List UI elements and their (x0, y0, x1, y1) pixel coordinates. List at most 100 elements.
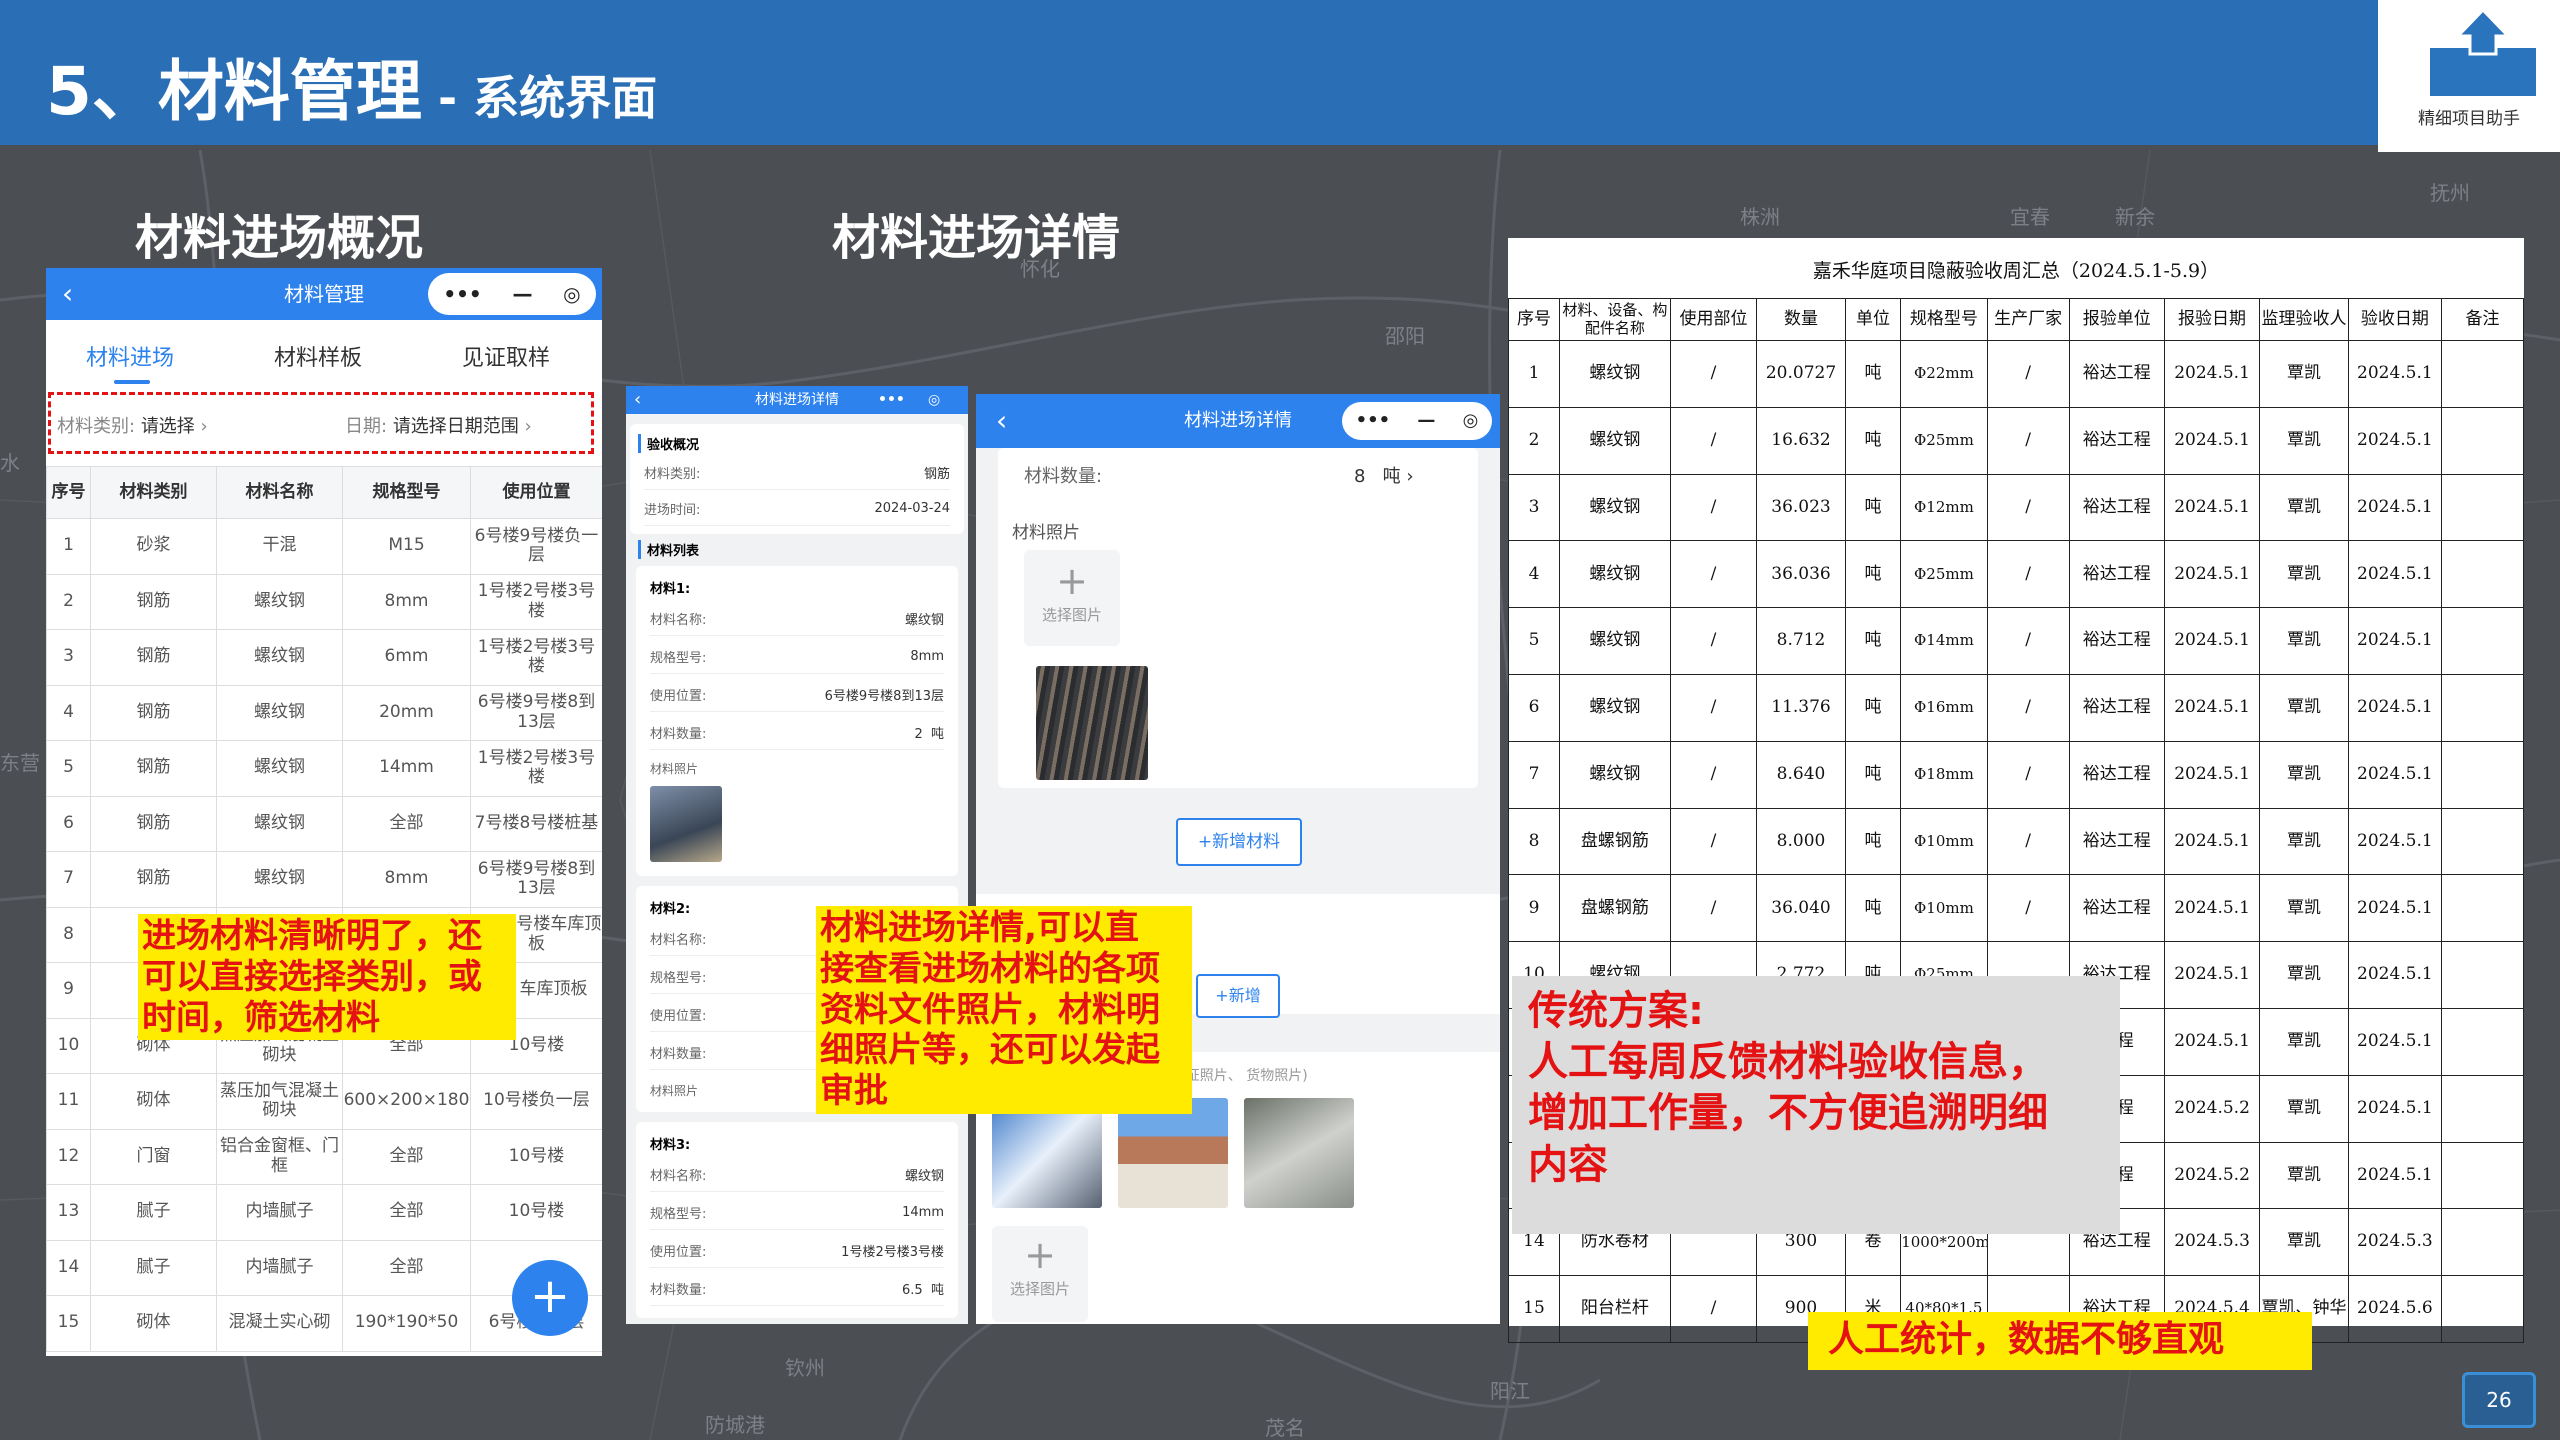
table-cell: 螺纹钢 (216, 629, 343, 686)
table-row[interactable]: 2 钢筋 螺纹钢 8mm 1号楼2号楼3号楼 (46, 573, 602, 630)
sheet-cell (2440, 673, 2525, 742)
table-cell: 螺纹钢 (216, 795, 343, 852)
back-arrow-icon[interactable]: ‹ (634, 386, 641, 414)
back-arrow-icon[interactable]: ‹ (996, 394, 1007, 448)
sheet-row: 6 螺纹钢/11.376 吨 Φ16mm / 裕达工程 2024.5.1 覃凯 2024.5.1 (1508, 673, 2525, 742)
pick-photo-button-2[interactable]: + 选择图片 (992, 1226, 1088, 1322)
sheet-cell: 7 (1508, 740, 1560, 809)
tab-witness-sampling[interactable]: 见证取样 (462, 340, 550, 372)
sheet-cell: 覃凯 (2259, 1141, 2349, 1210)
sheet-cell: 覃凯 (2259, 941, 2349, 1009)
sheet-cell: / (1669, 807, 1758, 876)
sheet-cell: Φ25mm (1900, 540, 1988, 609)
traditional-approach-note: 传统方案: 人工每周反馈材料验收信息， 增加工作量，不方便追溯明细 内容 (1512, 976, 2120, 1234)
witness-photo[interactable] (1118, 1098, 1228, 1208)
sheet-cell: 2024.5.1 (2163, 941, 2261, 1009)
spec-row: 规格型号: 8mm (650, 640, 944, 674)
table-row[interactable]: 3 钢筋 螺纹钢 6mm 1号楼2号楼3号楼 (46, 629, 602, 686)
table-row[interactable]: 7 钢筋 螺纹钢 8mm 6号楼9号楼8到13层 (46, 851, 602, 908)
sheet-cell (2440, 740, 2525, 809)
quantity-value[interactable]: 8 吨 › (1354, 462, 1414, 488)
sheet-cell: 裕达工程 (2068, 406, 2165, 475)
sheet-cell (2440, 406, 2525, 475)
table-row[interactable]: 4 钢筋 螺纹钢 20mm 6号楼9号楼8到13层 (46, 684, 602, 741)
sheet-cell: 裕达工程 (2068, 740, 2165, 809)
sheet-cell: 吨 (1844, 807, 1902, 876)
sheet-cell: 覃凯 (2259, 473, 2349, 542)
note-line: 接查看进场材料的各项 (820, 948, 1160, 989)
table-cell: 螺纹钢 (216, 740, 343, 797)
house-logo-icon (2430, 8, 2536, 96)
sheet-header-row: 序号 材料、设备、构配件名称 使用部位 数量 单位 规格型号 生产厂家 报验单位 报验日期 监理验… (1508, 298, 2525, 341)
note-line: 细照片等，还可以发起 (820, 1030, 1160, 1071)
sheet-cell (2440, 941, 2525, 1009)
phone2-nav-bar: ‹ 材料进场详情 ••• ◎ (626, 386, 968, 414)
more-icon[interactable]: ••• (1356, 394, 1391, 448)
back-arrow-icon[interactable]: ‹ (62, 268, 73, 320)
table-cell: 砌体 (90, 1073, 217, 1130)
close-target-icon[interactable]: ◎ (928, 386, 940, 414)
table-cell: 10号楼 (470, 1128, 602, 1185)
sheet-cell (2440, 1074, 2525, 1143)
sheet-cell: 吨 (1844, 340, 1902, 408)
add-fab-button[interactable]: + (512, 1260, 588, 1336)
sheet-cell: 裕达工程 (2068, 807, 2165, 876)
table-cell: 6 (46, 795, 91, 852)
tab-material-sample[interactable]: 材料样板 (274, 340, 362, 372)
table-cell: 6号楼9号楼负一层 (470, 518, 602, 575)
sheet-cell: 覃凯 (2259, 1007, 2349, 1076)
sheet-cell: 2024.5.1 (2163, 473, 2261, 542)
table-cell: 5 (46, 740, 91, 797)
rebar-photo[interactable] (1036, 666, 1148, 780)
add-button[interactable]: +新增 (1196, 974, 1280, 1018)
sheet-cell (2440, 1141, 2525, 1210)
material-list-title: 材料列表 (638, 540, 699, 559)
table-row[interactable]: 5 钢筋 螺纹钢 14mm 1号楼2号楼3号楼 (46, 740, 602, 797)
sheet-cell: 2024.5.1 (2347, 607, 2442, 675)
sheet-cell: 2024.5.1 (2347, 673, 2442, 742)
tab-material-entry[interactable]: 材料进场 (86, 340, 174, 372)
material-photo-label: 材料照片 (650, 762, 699, 776)
sheet-cell: 覃凯 (2259, 607, 2349, 675)
table-row[interactable]: 13 腻子 内墙腻子 全部 10号楼 (46, 1184, 602, 1241)
date-filter[interactable]: 日期: 请选择日期范围 › (345, 412, 532, 438)
close-target-icon[interactable]: ◎ (1463, 394, 1479, 448)
sheet-cell: 裕达工程 (2068, 473, 2165, 542)
sheet-cell: 2024.5.1 (2347, 1141, 2442, 1210)
minimize-icon[interactable]: — (512, 268, 532, 320)
minimize-icon[interactable]: — (1417, 394, 1435, 448)
sheet-cell: 2024.5.1 (2347, 540, 2442, 609)
more-icon[interactable]: ••• (443, 268, 481, 320)
table-cell: 1 (46, 518, 91, 575)
table-cell: 7 (46, 851, 91, 908)
sheet-cell: 覃凯 (2259, 340, 2349, 408)
more-icon[interactable]: ••• (878, 386, 905, 414)
close-target-icon[interactable]: ◎ (563, 268, 580, 320)
table-row[interactable]: 12 门窗 铝合金窗框、门框 全部 10号楼 (46, 1128, 602, 1185)
goods-photo[interactable] (1244, 1098, 1354, 1208)
pick-photo-button[interactable]: + 选择图片 (1024, 550, 1120, 646)
mini-program-capsule: ••• — ◎ (1342, 402, 1492, 440)
sheet-row: 2 螺纹钢/16.632 吨 Φ25mm / 裕达工程 2024.5.1 覃凯 2024.5.1 (1508, 406, 2525, 475)
material-photo[interactable] (650, 786, 722, 862)
sheet-cell: 2024.5.3 (2347, 1208, 2442, 1277)
delivery-note-photo[interactable] (992, 1098, 1102, 1208)
sheet-cell (2440, 473, 2525, 542)
sheet-cell: / (1986, 807, 2070, 876)
sheet-cell: 覃凯 (2259, 807, 2349, 876)
sheet-cell: / (1669, 340, 1758, 408)
sheet-cell: 2024.5.1 (2163, 807, 2261, 876)
table-row[interactable]: 11 砌体 蒸压加气混凝土砌块 600×200×180 10号楼负一层 (46, 1073, 602, 1130)
category-filter[interactable]: 材料类别: 请选择 › (57, 412, 208, 438)
sheet-column-header: 验收日期 (2347, 298, 2442, 341)
material-name-row: 材料名称: 螺纹钢 (650, 602, 944, 636)
table-row[interactable]: 1 砂浆 干混 M15 6号楼9号楼负一层 (46, 518, 602, 575)
add-material-button[interactable]: +新增材料 (1176, 818, 1302, 866)
quantity-row: 材料数量: 6.5 吨 (650, 1272, 944, 1306)
mini-program-capsule: ••• — ◎ (428, 273, 596, 315)
table-cell: 20mm (342, 684, 471, 741)
table-row[interactable]: 6 钢筋 螺纹钢 全部 7号楼8号楼桩基 (46, 795, 602, 852)
table-cell: 砂浆 (90, 518, 217, 575)
column-header: 规格型号 (342, 466, 471, 519)
material-photo-label: 材料照片 (1012, 523, 1080, 543)
